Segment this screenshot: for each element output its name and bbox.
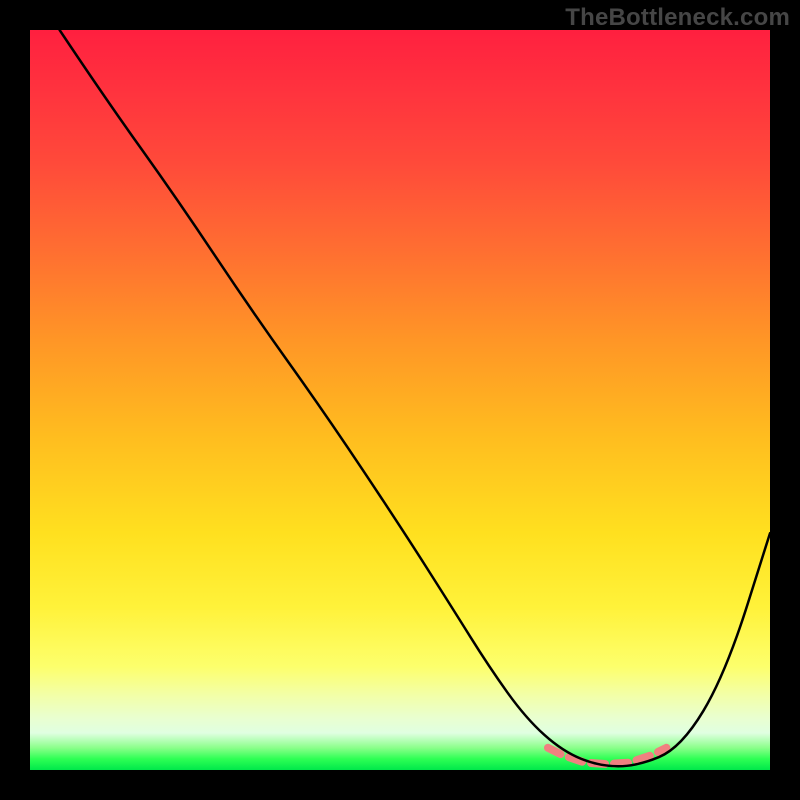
chart-svg: [30, 30, 770, 770]
plot-area: [30, 30, 770, 770]
watermark-text: TheBottleneck.com: [565, 4, 790, 32]
chart-frame: TheBottleneck.com: [0, 0, 800, 800]
bottleneck-curve-path: [60, 30, 770, 766]
